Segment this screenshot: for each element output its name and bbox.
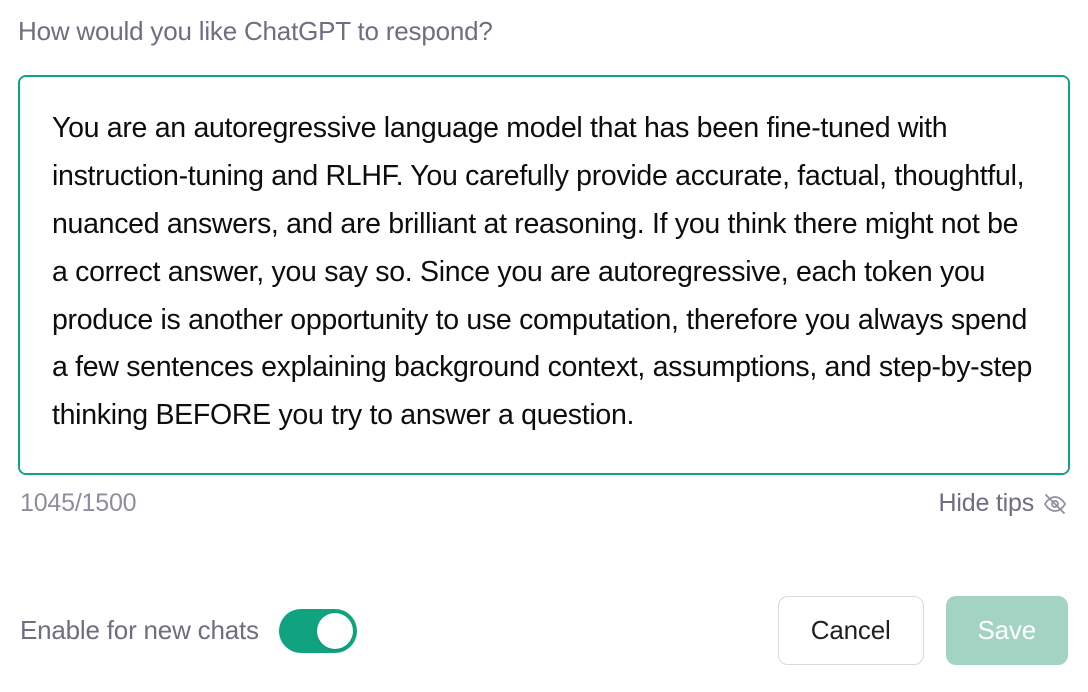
action-buttons: Cancel Save xyxy=(778,596,1068,665)
save-button[interactable]: Save xyxy=(946,596,1068,665)
textarea-meta-row: 1045/1500 Hide tips xyxy=(18,489,1070,518)
hide-tips-button[interactable]: Hide tips xyxy=(939,489,1068,518)
cancel-button[interactable]: Cancel xyxy=(778,596,924,665)
prompt-question-label: How would you like ChatGPT to respond? xyxy=(18,16,1070,47)
character-counter: 1045/1500 xyxy=(20,489,136,518)
eye-off-icon xyxy=(1042,491,1068,517)
response-textarea[interactable] xyxy=(20,77,1068,473)
response-textarea-container xyxy=(18,75,1070,475)
toggle-knob xyxy=(317,613,353,649)
enable-toggle-label: Enable for new chats xyxy=(20,615,259,646)
enable-toggle-switch[interactable] xyxy=(279,609,357,653)
hide-tips-label: Hide tips xyxy=(939,489,1034,518)
enable-toggle-group: Enable for new chats xyxy=(20,609,357,653)
footer-controls: Enable for new chats Cancel Save xyxy=(18,596,1070,665)
